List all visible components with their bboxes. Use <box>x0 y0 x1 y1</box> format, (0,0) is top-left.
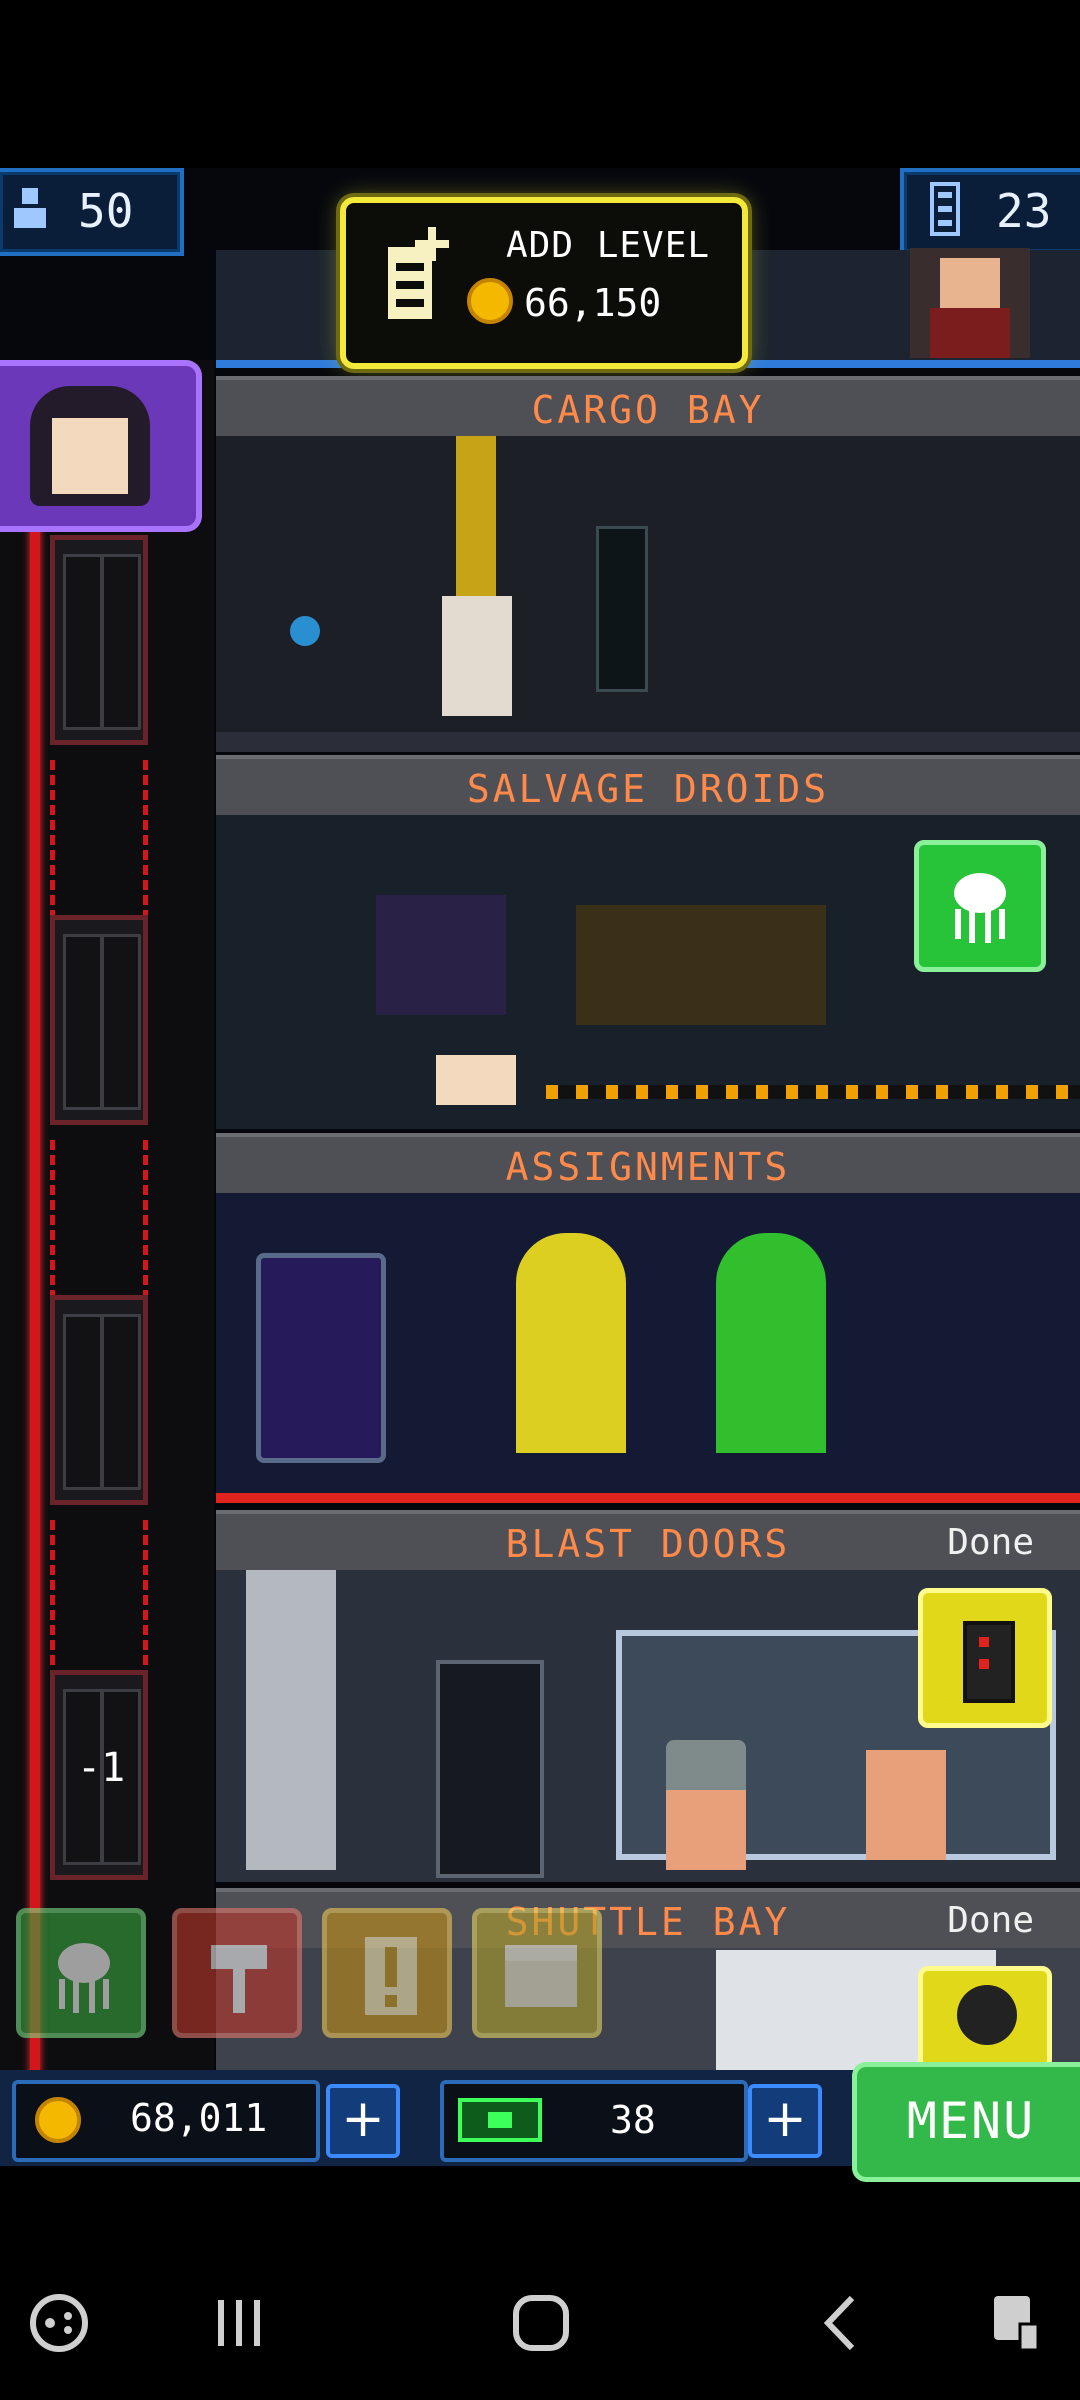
game-launcher-icon[interactable] <box>24 2288 94 2358</box>
floor-label[interactable]: SALVAGE DROIDS <box>216 755 1080 815</box>
alert-icon <box>365 1937 417 2015</box>
buy-coins-button[interactable]: + <box>326 2084 400 2158</box>
elevator-car[interactable] <box>50 915 148 1125</box>
elevator-car[interactable] <box>50 535 148 745</box>
droid-icon <box>954 873 1006 943</box>
home-icon[interactable] <box>506 2288 576 2358</box>
floor-count-value: 23 <box>996 184 1052 238</box>
floor-status: Done <box>947 1522 1034 1563</box>
buy-bux-button[interactable]: + <box>748 2084 822 2158</box>
manager-character[interactable] <box>910 248 1030 358</box>
shuttle-bay-task-button[interactable] <box>918 1966 1052 2070</box>
cargo-bay-room[interactable] <box>216 436 1080 752</box>
elevator-floor-indicator: -1 <box>77 1745 126 1791</box>
add-level-button[interactable]: ADD LEVEL 66,150 <box>340 197 748 369</box>
alert-action-button[interactable] <box>322 1908 452 2038</box>
coin-balance-value: 68,011 <box>130 2096 268 2140</box>
recent-apps-icon[interactable] <box>204 2288 274 2358</box>
bux-balance-value: 38 <box>610 2098 656 2142</box>
crate-action-button[interactable] <box>472 1908 602 2038</box>
bux-icon <box>458 2098 542 2142</box>
elevator-shaft <box>50 760 148 920</box>
floor-name: CARGO BAY <box>531 388 765 432</box>
floor-label[interactable]: BLAST DOORS Done <box>216 1510 1080 1570</box>
elevator-shaft <box>50 1520 148 1680</box>
back-icon[interactable] <box>808 2288 878 2358</box>
coin-balance[interactable]: 68,011 <box>12 2080 320 2162</box>
droid-task-button[interactable] <box>914 840 1046 972</box>
elevator-cable <box>30 520 40 2080</box>
menu-button[interactable]: MENU <box>852 2062 1080 2182</box>
assignments-room[interactable] <box>216 1193 1080 1503</box>
floors-icon <box>930 182 960 236</box>
person-icon <box>14 188 46 228</box>
floor-status: Done <box>947 1900 1034 1941</box>
population-counter[interactable]: 50 <box>0 168 184 256</box>
coin-icon <box>35 2097 81 2143</box>
elevator-operator-avatar[interactable] <box>0 360 202 532</box>
floor-name: ASSIGNMENTS <box>505 1145 791 1189</box>
hammer-icon <box>211 1945 267 2013</box>
elevator-car[interactable] <box>50 1295 148 1505</box>
population-value: 50 <box>78 184 134 238</box>
bux-balance[interactable]: 38 <box>440 2080 748 2162</box>
elevator-car-current[interactable]: -1 <box>50 1670 148 1880</box>
droid-icon <box>58 1943 110 2013</box>
floor-counter[interactable]: 23 <box>900 168 1080 256</box>
build-action-button[interactable] <box>172 1908 302 2038</box>
crate-icon <box>505 1945 577 2007</box>
add-level-label: ADD LEVEL <box>506 225 711 266</box>
coin-icon <box>467 278 513 324</box>
accessibility-touch-icon[interactable] <box>984 2288 1054 2358</box>
floor-label[interactable]: ASSIGNMENTS <box>216 1133 1080 1193</box>
droid-action-button[interactable] <box>16 1908 146 2038</box>
floor-label[interactable]: CARGO BAY <box>216 376 1080 436</box>
blast-door-task-button[interactable] <box>918 1588 1052 1728</box>
floor-name: SALVAGE DROIDS <box>466 767 830 811</box>
elevator-shaft <box>50 1140 148 1300</box>
add-level-icon <box>388 227 449 319</box>
add-level-cost: 66,150 <box>524 281 662 325</box>
